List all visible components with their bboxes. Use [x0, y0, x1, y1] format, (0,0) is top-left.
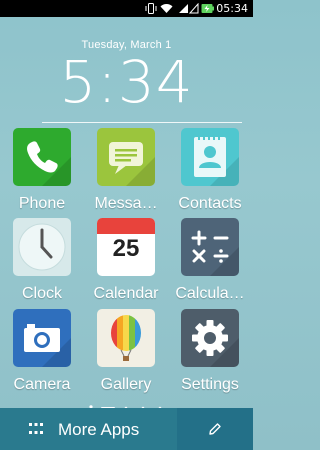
- more-apps-button[interactable]: More Apps: [0, 408, 176, 450]
- status-time: 05:34: [216, 2, 248, 15]
- app-label: Settings: [181, 376, 239, 393]
- signal-icon-secondary: [189, 3, 199, 14]
- app-calendar[interactable]: 25 Calendar: [86, 218, 166, 303]
- widget-divider: [42, 122, 242, 123]
- contact-icon: [181, 128, 239, 186]
- battery-charging-icon: [201, 4, 214, 13]
- vibrate-icon: [145, 3, 157, 14]
- page-indicator: [0, 398, 253, 411]
- apps-grid-icon: [29, 423, 43, 434]
- calendar-icon: 25: [97, 218, 155, 276]
- app-label: Messa…: [94, 195, 158, 212]
- clock-icon: [13, 218, 71, 276]
- app-settings[interactable]: Settings: [170, 309, 250, 394]
- pencil-icon: [209, 423, 221, 435]
- app-calculator[interactable]: Calcula…: [170, 218, 250, 303]
- app-phone[interactable]: Phone: [2, 128, 82, 213]
- more-apps-label: More Apps: [58, 420, 140, 439]
- calendar-day: 25: [112, 235, 140, 262]
- app-label: Gallery: [100, 376, 152, 393]
- status-bar: 05:34: [0, 0, 253, 17]
- app-gallery[interactable]: Gallery: [86, 309, 166, 394]
- app-clock[interactable]: Clock: [2, 218, 82, 303]
- app-label: Contacts: [178, 195, 242, 212]
- widget-time[interactable]: 5:34: [0, 52, 253, 112]
- wifi-icon: [160, 4, 173, 13]
- signal-icon: [179, 4, 188, 13]
- app-label: Camera: [13, 376, 71, 393]
- app-label: Phone: [18, 195, 66, 212]
- calculator-icon: [181, 218, 239, 276]
- bottom-dock: More Apps: [0, 408, 253, 450]
- camera-icon: [13, 309, 71, 367]
- phone-icon: [13, 128, 71, 186]
- app-label: Calendar: [93, 285, 159, 302]
- app-camera[interactable]: Camera: [2, 309, 82, 394]
- app-contacts[interactable]: Contacts: [170, 128, 250, 213]
- edit-button[interactable]: [177, 408, 253, 450]
- app-label: Calcula…: [175, 285, 245, 302]
- app-messaging[interactable]: Messa…: [86, 128, 166, 213]
- app-label: Clock: [21, 285, 62, 302]
- balloon-icon: [97, 309, 155, 367]
- gear-icon: [181, 309, 239, 367]
- message-icon: [97, 128, 155, 186]
